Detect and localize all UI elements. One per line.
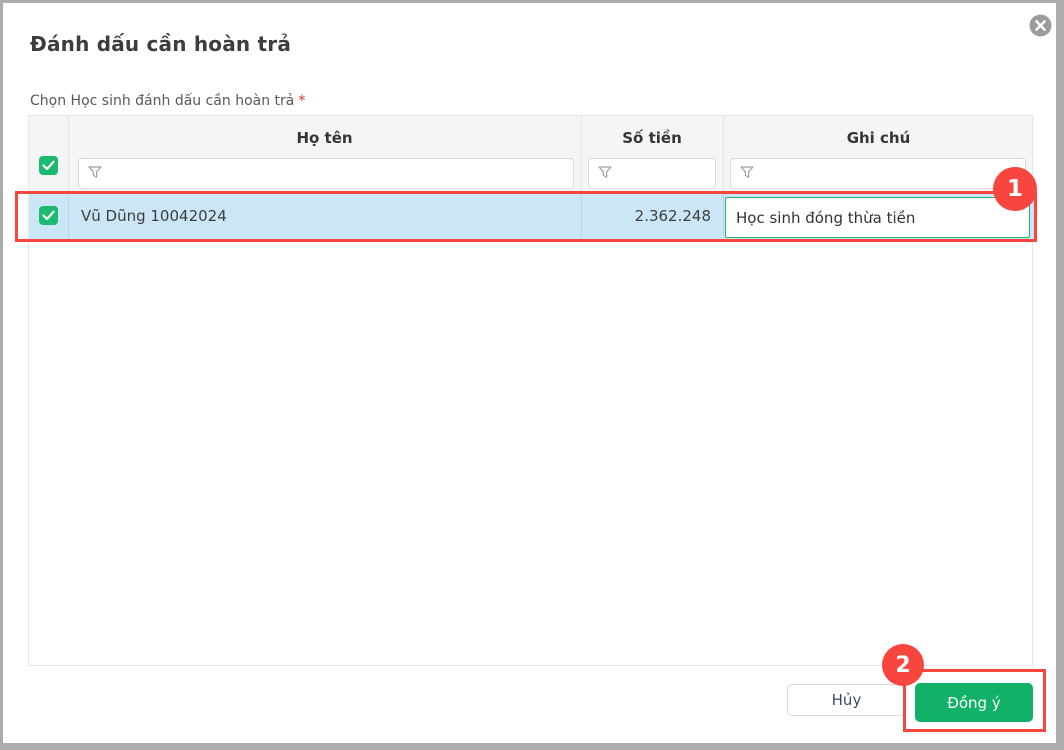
- table-header: Họ tên Số tiền Ghi chú: [29, 116, 1032, 193]
- confirm-button[interactable]: Đồng ý: [915, 683, 1033, 722]
- filter-name[interactable]: [78, 158, 574, 189]
- refund-modal: Đánh dấu cần hoàn trả Chọn Học sinh đánh…: [3, 3, 1056, 743]
- required-asterisk: *: [298, 93, 306, 109]
- filter-note-input[interactable]: [761, 159, 1025, 188]
- filter-note[interactable]: [730, 158, 1026, 189]
- filter-name-input[interactable]: [109, 159, 573, 188]
- column-header-amount: Số tiền: [622, 129, 682, 147]
- filter-funnel-icon: [740, 164, 754, 183]
- filter-funnel-icon: [598, 164, 612, 183]
- row-checkbox[interactable]: [39, 206, 58, 225]
- modal-title: Đánh dấu cần hoàn trả: [30, 32, 292, 56]
- checkmark-icon: [42, 206, 55, 225]
- cancel-button[interactable]: Hủy: [787, 684, 906, 716]
- select-all-checkbox[interactable]: [39, 156, 58, 175]
- close-button[interactable]: [1029, 14, 1052, 37]
- column-header-note: Ghi chú: [846, 129, 911, 147]
- checkmark-icon: [42, 156, 55, 175]
- close-icon: [1029, 14, 1052, 40]
- screen-background: Đánh dấu cần hoàn trả Chọn Học sinh đánh…: [0, 0, 1064, 750]
- field-label: Chọn Học sinh đánh dấu cần hoàn trả *: [30, 93, 305, 109]
- cell-student-name: Vũ Dũng 10042024: [81, 207, 227, 225]
- filter-amount-input[interactable]: [619, 159, 715, 188]
- filter-amount[interactable]: [588, 158, 716, 189]
- note-input[interactable]: [725, 197, 1030, 238]
- field-label-text: Chọn Học sinh đánh dấu cần hoàn trả: [30, 93, 295, 109]
- students-table: Họ tên Số tiền Ghi chú Vũ Dũng 10042024 …: [28, 115, 1034, 666]
- column-header-name: Họ tên: [296, 129, 353, 147]
- column-divider: [723, 193, 724, 239]
- filter-funnel-icon: [88, 164, 102, 183]
- cell-amount: 2.362.248: [634, 207, 711, 225]
